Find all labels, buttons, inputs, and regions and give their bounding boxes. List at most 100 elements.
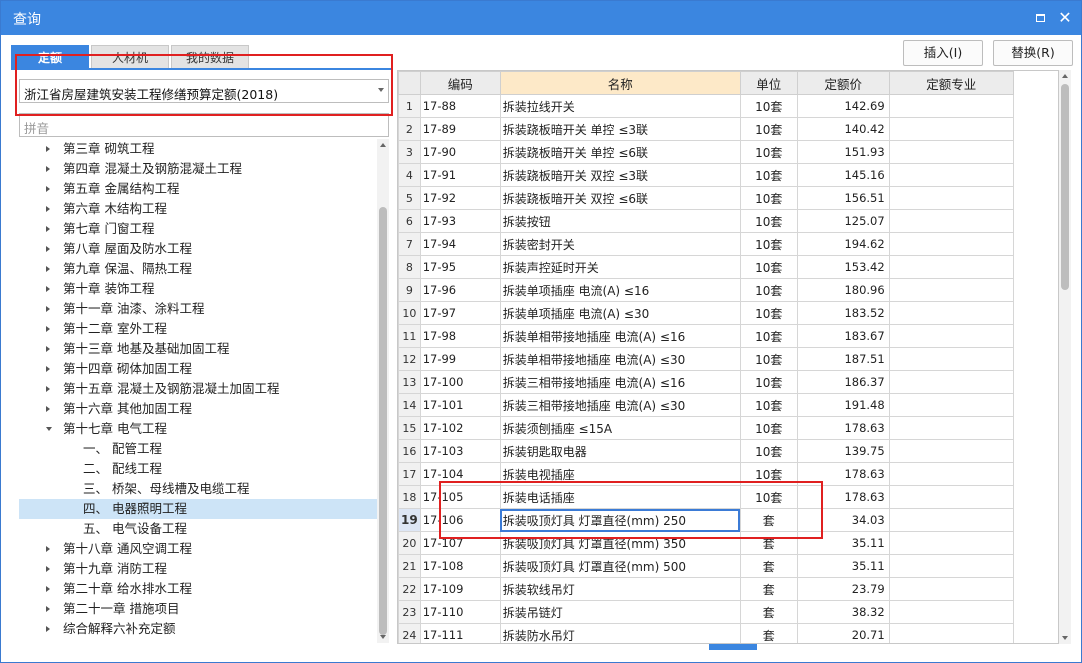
- tree-item[interactable]: 第十二章 室外工程: [19, 319, 377, 339]
- tree-item[interactable]: 第九章 保温、隔热工程: [19, 259, 377, 279]
- price-cell[interactable]: 191.48: [796, 393, 890, 417]
- spec-cell[interactable]: [888, 393, 1014, 417]
- price-cell[interactable]: 35.11: [796, 531, 890, 555]
- table-row[interactable]: 6 17-93 拆装按钮 10套 125.07: [398, 209, 1014, 233]
- unit-cell[interactable]: 10套: [739, 255, 798, 279]
- spec-cell[interactable]: [888, 347, 1014, 371]
- spec-cell[interactable]: [888, 94, 1014, 118]
- table-row[interactable]: 10 17-97 拆装单项插座 电流(A) ≤30 10套 183.52: [398, 301, 1014, 325]
- tree-item[interactable]: 第十九章 消防工程: [19, 559, 377, 579]
- spec-cell[interactable]: [888, 140, 1014, 164]
- name-cell[interactable]: 拆装吸顶灯具 灯罩直径(mm) 500: [499, 554, 741, 578]
- unit-cell[interactable]: 10套: [739, 117, 798, 141]
- table-row[interactable]: 22 17-109 拆装软线吊灯套 23.79: [398, 577, 1014, 601]
- code-cell[interactable]: 17-93: [419, 209, 501, 233]
- price-cell[interactable]: 139.75: [796, 439, 890, 463]
- tree-item[interactable]: 第十四章 砌体加固工程: [19, 359, 377, 379]
- grid-scrollbar[interactable]: [1059, 70, 1071, 644]
- spec-cell[interactable]: [888, 324, 1014, 348]
- tree-item[interactable]: 第六章 木结构工程: [19, 199, 377, 219]
- table-row[interactable]: 16 17-103 拆装钥匙取电器 10套 139.75: [398, 439, 1014, 463]
- col-code-header[interactable]: 编码: [419, 71, 501, 95]
- spec-cell[interactable]: [888, 462, 1014, 486]
- unit-cell[interactable]: 10套: [739, 209, 798, 233]
- name-cell[interactable]: 拆装按钮: [499, 209, 741, 233]
- table-row[interactable]: 11 17-98 拆装单相带接地插座 电流(A) ≤16 10套 183.67: [398, 324, 1014, 348]
- expand-right-icon[interactable]: [46, 266, 50, 272]
- name-cell[interactable]: 拆装跷板暗开关 双控 ≤3联: [499, 163, 741, 187]
- tree-item[interactable]: 第五章 金属结构工程: [19, 179, 377, 199]
- name-cell[interactable]: 拆装电视插座: [499, 462, 741, 486]
- spec-cell[interactable]: [888, 255, 1014, 279]
- unit-cell[interactable]: 套: [739, 531, 798, 555]
- scroll-up-icon[interactable]: [380, 143, 386, 147]
- price-cell[interactable]: 187.51: [796, 347, 890, 371]
- code-cell[interactable]: 17-98: [419, 324, 501, 348]
- code-cell[interactable]: 17-111: [419, 623, 501, 643]
- tree-item[interactable]: 三、 桥架、母线槽及电缆工程: [19, 479, 377, 499]
- name-cell[interactable]: 拆装单项插座 电流(A) ≤16: [499, 278, 741, 302]
- expand-down-icon[interactable]: [46, 427, 52, 431]
- tree-item[interactable]: 第二十章 给水排水工程: [19, 579, 377, 599]
- spec-cell[interactable]: [888, 163, 1014, 187]
- tree-item[interactable]: 一、 配管工程: [19, 439, 377, 459]
- tree-item[interactable]: 第七章 门窗工程: [19, 219, 377, 239]
- tree-item[interactable]: 第八章 屋面及防水工程: [19, 239, 377, 259]
- tab-my-data[interactable]: 我的数据: [171, 45, 249, 69]
- tree-item[interactable]: 第二十一章 措施项目: [19, 599, 377, 619]
- tree-item[interactable]: 第十一章 油漆、涂料工程: [19, 299, 377, 319]
- price-cell[interactable]: 20.71: [796, 623, 890, 643]
- spec-cell[interactable]: [888, 278, 1014, 302]
- price-cell[interactable]: 178.63: [796, 416, 890, 440]
- table-row[interactable]: 21 17-108 拆装吸顶灯具 灯罩直径(mm) 500 套 35.11: [398, 554, 1014, 578]
- unit-cell[interactable]: 套: [739, 577, 798, 601]
- table-row[interactable]: 5 17-92 拆装跷板暗开关 双控 ≤6联 10套 156.51: [398, 186, 1014, 210]
- tree-item[interactable]: 第十七章 电气工程: [19, 419, 377, 439]
- unit-cell[interactable]: 10套: [739, 485, 798, 509]
- col-spec-header[interactable]: 定额专业: [888, 71, 1014, 95]
- table-row[interactable]: 8 17-95 拆装声控延时开关 10套 153.42: [398, 255, 1014, 279]
- expand-right-icon[interactable]: [46, 226, 50, 232]
- price-cell[interactable]: 145.16: [796, 163, 890, 187]
- name-cell[interactable]: 拆装单相带接地插座 电流(A) ≤16: [499, 324, 741, 348]
- tree-item[interactable]: 五、 电气设备工程: [19, 519, 377, 539]
- tree-item[interactable]: 第十五章 混凝土及钢筋混凝土加固工程: [19, 379, 377, 399]
- table-row[interactable]: 14 17-101 拆装三相带接地插座 电流(A) ≤30 10套 191.48: [398, 393, 1014, 417]
- code-cell[interactable]: 17-91: [419, 163, 501, 187]
- spec-cell[interactable]: [888, 623, 1014, 643]
- price-cell[interactable]: 183.52: [796, 301, 890, 325]
- code-cell[interactable]: 17-101: [419, 393, 501, 417]
- spec-cell[interactable]: [888, 301, 1014, 325]
- price-cell[interactable]: 140.42: [796, 117, 890, 141]
- name-cell[interactable]: 拆装钥匙取电器: [499, 439, 741, 463]
- name-cell[interactable]: 拆装跷板暗开关 单控 ≤3联: [499, 117, 741, 141]
- unit-cell[interactable]: 10套: [739, 393, 798, 417]
- table-row[interactable]: 17 17-104 拆装电视插座 10套 178.63: [398, 462, 1014, 486]
- price-cell[interactable]: 38.32: [796, 600, 890, 624]
- replace-button[interactable]: 替换(R): [993, 40, 1073, 66]
- tree-item[interactable]: 第十章 装饰工程: [19, 279, 377, 299]
- code-cell[interactable]: 17-107: [419, 531, 501, 555]
- name-cell[interactable]: 拆装密封开关: [499, 232, 741, 256]
- price-cell[interactable]: 125.07: [796, 209, 890, 233]
- scroll-thumb[interactable]: [379, 207, 387, 635]
- name-cell[interactable]: 拆装单相带接地插座 电流(A) ≤30: [499, 347, 741, 371]
- spec-cell[interactable]: [888, 485, 1014, 509]
- insert-button[interactable]: 插入(I): [903, 40, 983, 66]
- code-cell[interactable]: 17-89: [419, 117, 501, 141]
- price-cell[interactable]: 35.11: [796, 554, 890, 578]
- tree-scrollbar[interactable]: [377, 139, 389, 643]
- price-cell[interactable]: 180.96: [796, 278, 890, 302]
- pinyin-search-input[interactable]: 拼音: [19, 113, 389, 137]
- spec-cell[interactable]: [888, 117, 1014, 141]
- code-cell[interactable]: 17-94: [419, 232, 501, 256]
- name-cell[interactable]: 拆装三相带接地插座 电流(A) ≤16: [499, 370, 741, 394]
- expand-right-icon[interactable]: [46, 586, 50, 592]
- expand-right-icon[interactable]: [46, 306, 50, 312]
- unit-cell[interactable]: 10套: [739, 163, 798, 187]
- table-row[interactable]: 1 17-88 拆装拉线开关 10套 142.69: [398, 94, 1014, 118]
- unit-cell[interactable]: 10套: [739, 232, 798, 256]
- unit-cell[interactable]: 10套: [739, 186, 798, 210]
- panel-collapse-handle[interactable]: [709, 644, 757, 650]
- name-cell[interactable]: 拆装吊链灯: [499, 600, 741, 624]
